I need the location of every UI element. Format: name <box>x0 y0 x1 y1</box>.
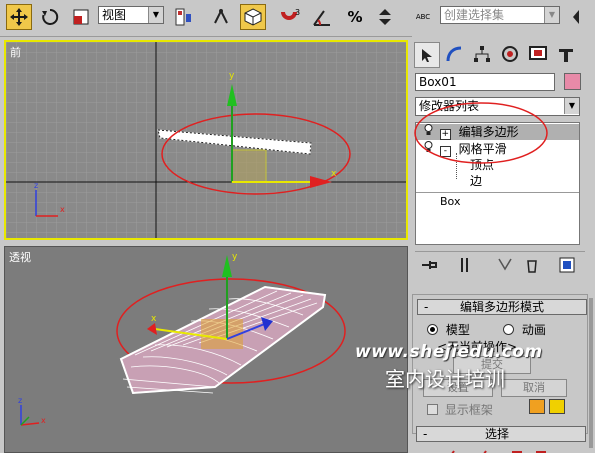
pin-stack-icon[interactable] <box>421 258 437 275</box>
stack-toolbar <box>415 251 585 280</box>
remove-modifier-icon[interactable] <box>525 257 539 276</box>
radio-anim-label: 动画 <box>521 323 546 337</box>
abc-label: ABC <box>415 13 431 21</box>
rotate-icon[interactable] <box>37 4 63 30</box>
panel-scrollbar[interactable] <box>589 298 593 448</box>
chevron-down-icon: ▼ <box>544 7 559 23</box>
show-cage-label: 显示框架 <box>444 403 493 417</box>
pivot-center-icon[interactable] <box>170 4 196 30</box>
snap-toggle-icon[interactable]: 3 <box>278 4 304 30</box>
cage-selected-color-swatch[interactable] <box>549 399 565 414</box>
front-viewport-label[interactable]: 前 <box>10 44 21 60</box>
select-manipulate-icon[interactable] <box>208 4 234 30</box>
rollout-header[interactable]: - 编辑多边形模式 <box>417 299 587 315</box>
selection-level-icons[interactable] <box>442 446 562 453</box>
hierarchy-tab-icon[interactable] <box>470 42 494 66</box>
svg-text:z: z <box>34 181 38 190</box>
radio-model[interactable]: 模型 <box>427 321 470 338</box>
scale-icon[interactable] <box>68 4 94 30</box>
selection-rollout-header[interactable]: - 选择 <box>416 426 586 442</box>
mirror-icon[interactable] <box>568 4 594 30</box>
perspective-viewport-label[interactable]: 透视 <box>9 249 31 265</box>
move-icon[interactable] <box>6 4 32 30</box>
svg-text:x: x <box>151 314 157 324</box>
motion-tab-icon[interactable] <box>498 42 522 66</box>
radio-checked-icon <box>427 324 438 335</box>
stack-divider <box>416 192 579 193</box>
percent-snap-icon[interactable]: % <box>342 4 368 30</box>
stack-item-label: Box <box>440 195 461 208</box>
radio-unchecked-icon <box>503 324 514 335</box>
selection-rollout-title: 选择 <box>485 427 510 441</box>
front-viewport-canvas: y x z x <box>6 42 406 238</box>
svg-text:x: x <box>41 416 46 425</box>
watermark-caption: 室内设计培训 <box>385 367 505 391</box>
radio-model-label: 模型 <box>445 323 470 337</box>
annotation-ellipse <box>414 102 548 164</box>
edit-named-selection-icon[interactable]: ABC <box>410 4 436 30</box>
object-name-value: Box01 <box>419 75 457 89</box>
watermark-url: www.shejiedu.com <box>355 342 543 362</box>
stack-item-box[interactable]: Box <box>440 194 460 210</box>
named-selection-placeholder: 创建选择集 <box>444 8 505 22</box>
svg-text:y: y <box>229 71 235 81</box>
show-cage-checkbox[interactable]: 显示框架 <box>427 401 493 418</box>
front-viewport[interactable]: y x z x 前 <box>4 40 408 240</box>
modify-tab-icon[interactable] <box>442 42 466 66</box>
display-tab-icon[interactable] <box>526 42 550 66</box>
svg-text:z: z <box>18 396 22 405</box>
keyboard-shortcut-override-icon[interactable] <box>240 4 266 30</box>
object-color-swatch[interactable] <box>564 73 581 90</box>
rollout-title: 编辑多边形模式 <box>460 300 545 314</box>
chevron-down-icon: ▼ <box>564 98 579 114</box>
make-unique-icon[interactable] <box>497 257 513 276</box>
configure-modifier-sets-icon[interactable] <box>559 257 575 276</box>
cancel-button[interactable]: 取消 <box>501 379 567 397</box>
angle-snap-icon[interactable] <box>310 4 336 30</box>
named-selection-input[interactable]: 创建选择集 ▼ <box>440 6 560 24</box>
stack-subitem-edge[interactable]: 边 <box>470 173 482 189</box>
cage-color-swatch[interactable] <box>529 399 545 414</box>
utilities-tab-icon[interactable] <box>554 42 578 66</box>
radio-animation[interactable]: 动画 <box>503 321 546 338</box>
svg-text:x: x <box>331 169 337 179</box>
reference-coord-select[interactable]: 视图 ▼ <box>98 6 164 24</box>
spinner-snap-icon[interactable] <box>372 4 398 30</box>
svg-text:x: x <box>60 205 65 214</box>
stack-item-label: 边 <box>470 174 483 188</box>
chevron-down-icon: ▼ <box>148 7 163 23</box>
view-select-value: 视图 <box>102 8 127 22</box>
perspective-viewport[interactable]: y x z x 透视 <box>4 246 408 453</box>
perspective-viewport-canvas: y x z x <box>18 252 346 426</box>
main-toolbar: 视图 ▼ 3 % ABC 创建选择集 ▼ <box>0 0 595 37</box>
svg-text:3: 3 <box>295 8 300 17</box>
checkbox-icon <box>427 404 438 415</box>
object-name-input[interactable]: Box01 <box>415 73 555 91</box>
create-tab-icon[interactable] <box>414 42 440 68</box>
percent-snap-label: % <box>347 8 363 26</box>
show-end-result-icon[interactable] <box>459 257 471 276</box>
svg-text:y: y <box>232 252 238 262</box>
